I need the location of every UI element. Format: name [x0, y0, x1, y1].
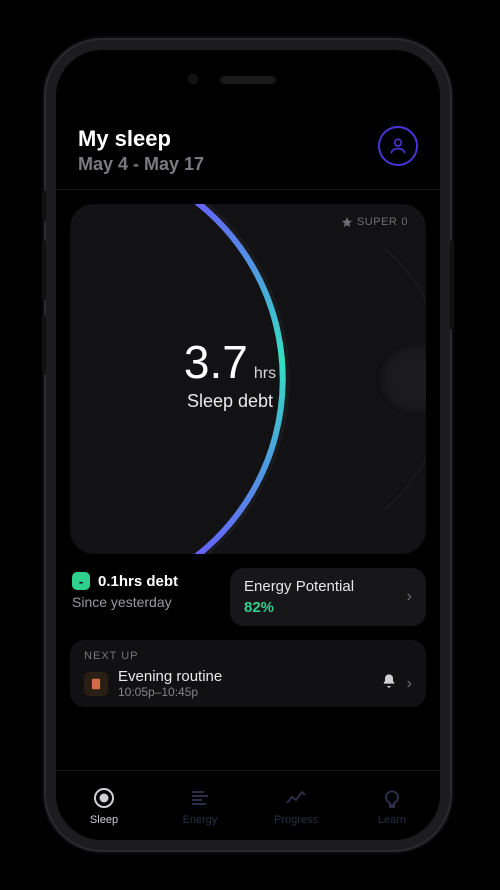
phone-side-button: [42, 240, 46, 300]
learn-tab-icon: [380, 786, 404, 810]
sleep-debt-label: Sleep debt: [187, 391, 273, 412]
user-icon: [388, 136, 408, 156]
stats-row: - 0.1hrs debt Since yesterday Energy Pot…: [70, 568, 426, 626]
page-title: My sleep: [78, 126, 204, 152]
tab-label: Energy: [183, 814, 218, 826]
tab-energy[interactable]: Energy: [152, 771, 248, 840]
energy-potential-value: 82%: [244, 599, 354, 616]
phone-bezel: My sleep May 4 - May 17 SUPER 0: [56, 50, 440, 840]
phone-side-button: [42, 190, 46, 222]
next-up-heading: NEXT UP: [84, 650, 412, 662]
sleep-debt-card[interactable]: SUPER 0: [70, 204, 426, 554]
debt-change-sub: Since yesterday: [72, 594, 218, 610]
next-up-time: 10:05p–10:45p: [118, 685, 371, 699]
next-up-card: NEXT UP Evening routine 10:05p–10:45p ›: [70, 640, 426, 707]
next-up-title: Evening routine: [118, 668, 371, 685]
tab-bar: Sleep Energy Progress Learn: [56, 770, 440, 840]
tab-label: Sleep: [90, 814, 118, 826]
bell-icon[interactable]: [381, 673, 397, 694]
phone-earpiece: [220, 76, 276, 84]
debt-change: - 0.1hrs debt Since yesterday: [70, 568, 220, 626]
sleep-debt-number: 3.7: [184, 335, 248, 389]
header: My sleep May 4 - May 17: [56, 108, 440, 190]
next-up-item[interactable]: Evening routine 10:05p–10:45p ›: [84, 668, 412, 707]
tab-learn[interactable]: Learn: [344, 771, 440, 840]
energy-potential-button[interactable]: Energy Potential 82% ›: [230, 568, 426, 626]
chevron-right-icon: ›: [407, 675, 412, 693]
main-content: SUPER 0: [56, 190, 440, 770]
score-center: 3.7 hrs Sleep debt: [70, 204, 408, 548]
sleep-tab-icon: [92, 786, 116, 810]
chevron-right-icon: ›: [407, 588, 412, 606]
profile-button[interactable]: [378, 126, 418, 166]
phone-camera: [188, 74, 198, 84]
debt-change-chip: -: [72, 572, 90, 590]
sleep-debt-unit: hrs: [254, 365, 276, 383]
app-screen: My sleep May 4 - May 17 SUPER 0: [56, 108, 440, 840]
energy-potential-label: Energy Potential: [244, 578, 354, 595]
progress-tab-icon: [284, 786, 308, 810]
sleep-debt-value: 3.7 hrs: [184, 335, 276, 389]
tab-sleep[interactable]: Sleep: [56, 771, 152, 840]
tab-label: Learn: [378, 814, 406, 826]
tab-label: Progress: [274, 814, 318, 826]
routine-icon: [84, 672, 108, 696]
phone-side-button: [42, 315, 46, 375]
tab-progress[interactable]: Progress: [248, 771, 344, 840]
energy-tab-icon: [188, 786, 212, 810]
header-titles: My sleep May 4 - May 17: [78, 126, 204, 175]
debt-change-value: 0.1hrs debt: [98, 573, 178, 590]
phone-side-button: [450, 240, 454, 330]
date-range: May 4 - May 17: [78, 154, 204, 175]
phone-frame: My sleep May 4 - May 17 SUPER 0: [46, 40, 450, 850]
